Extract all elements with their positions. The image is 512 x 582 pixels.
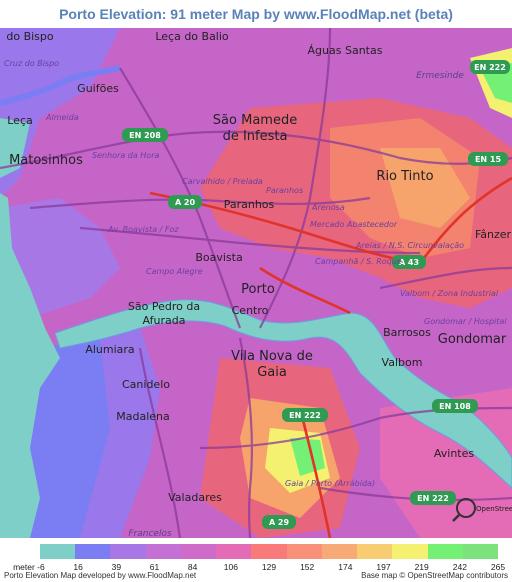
label-cruz-do-bispo: Cruz do Bispo [4,59,59,68]
legend-swatch [40,544,76,559]
label-areias: Areias / N.S. Circunvalação [355,241,464,250]
road-shield-a20: A 20 [168,195,202,209]
road-shield-en208: EN 208 [122,128,168,142]
svg-text:A 20: A 20 [175,198,196,207]
svg-text:A 43: A 43 [399,258,419,267]
svg-text:EN 108: EN 108 [439,402,471,411]
place-ermesinde: Ermesinde [416,71,464,81]
label-campanha: Campanhã / S. Roque [315,257,402,266]
elevation-map[interactable]: EN 208 EN 15 A 20 A 43 EN 222 EN 108 A 2… [0,28,512,538]
legend-swatch [251,544,287,559]
label-paranhos-small: Paranhos [266,186,303,195]
legend-swatch [462,544,499,559]
place-valadares: Valadares [168,491,222,504]
label-carvalhido: Carvalhido / Prelada [182,177,263,186]
place-avintes: Avintes [434,447,474,460]
place-sao-mamede: São Mamede [213,113,297,128]
credit-osm[interactable]: Base map © OpenStreetMap contributors [361,571,508,580]
road-shield-en222-b: EN 222 [410,491,456,505]
legend-swatch [75,544,111,559]
place-matosinhos: Matosinhos [9,153,83,168]
place-boavista: Boavista [195,251,242,264]
place-leca-do-balio: Leça do Balio [155,30,229,43]
place-valbom: Valbom [382,356,423,369]
place-rio-tinto: Rio Tinto [376,169,433,184]
road-shield-en108: EN 108 [432,399,478,413]
svg-text:EN 222: EN 222 [289,411,321,420]
legend-swatch [427,544,463,559]
legend-swatch [286,544,322,559]
road-shield-en222-c: EN 222 [470,60,510,74]
svg-text:EN 15: EN 15 [475,155,502,164]
place-fanzer: Fânzer [475,228,512,241]
label-senhora-da-hora: Senhora da Hora [92,151,159,160]
place-centro: Centro [232,304,269,317]
label-av-boavista-foz: Av. Boavista / Foz [107,225,179,234]
place-paranhos: Paranhos [224,198,275,211]
legend-swatch [216,544,252,559]
place-sao-pedro-da: São Pedro da [128,300,200,313]
label-mercado-abastecedor: Mercado Abastecedor [310,220,398,229]
legend-color-bar [40,544,499,559]
title-bar: Porto Elevation: 91 meter Map by www.Flo… [0,0,512,28]
credit-floodmap[interactable]: Porto Elevation Map developed by www.Flo… [4,571,196,580]
place-guifoes: Guifões [77,82,119,95]
page-title: Porto Elevation: 91 meter Map by www.Flo… [59,6,453,22]
svg-text:A 29: A 29 [269,518,290,527]
label-valbom-zona-industrial: Valbom / Zona Industrial [400,289,499,298]
road-shield-en222-a: EN 222 [282,408,328,422]
place-do-bispo: do Bispo [6,30,54,43]
place-vila-nova-de: Vila Nova de [231,349,313,364]
legend-swatch [145,544,181,559]
legend-swatch [180,544,217,559]
svg-text:EN 222: EN 222 [474,63,506,72]
svg-text:EN 208: EN 208 [129,131,161,140]
map-canvas[interactable]: EN 208 EN 15 A 20 A 43 EN 222 EN 108 A 2… [0,28,512,538]
place-gaia: Gaia [257,365,287,380]
place-de-infesta: de Infesta [223,129,288,144]
road-shield-en15: EN 15 [468,152,508,166]
label-campo-alegre: Campo Alegre [146,267,203,276]
legend-swatch [110,544,146,559]
label-gondomar-hospital: Gondomar / Hospital [424,317,507,326]
place-gondomar: Gondomar [438,332,507,347]
legend-swatch [392,544,428,559]
place-francelos: Francelos [128,529,172,538]
label-almeida: Almeida [45,113,79,122]
label-gaia-porto-arrabida: Gaia / Porto (Arrábida) [285,479,375,488]
place-barrosos: Barrosos [383,326,431,339]
road-shield-a29: A 29 [262,515,296,529]
svg-text:OpenStreetMap: OpenStreetMap [476,505,512,513]
place-alumiara: Alumiara [85,343,134,356]
place-leca: Leça [7,114,33,127]
place-afurada: Afurada [143,314,186,327]
place-madalena: Madalena [116,410,170,423]
place-aguas-santas: Águas Santas [308,44,383,57]
label-arenosa: Arenosa [311,203,345,212]
credits-bar: Porto Elevation Map developed by www.Flo… [0,571,512,582]
legend-swatch [357,544,393,559]
legend-swatch [321,544,358,559]
place-canidelo: Canidelo [122,378,170,391]
place-porto: Porto [241,282,275,297]
svg-text:EN 222: EN 222 [417,494,449,503]
